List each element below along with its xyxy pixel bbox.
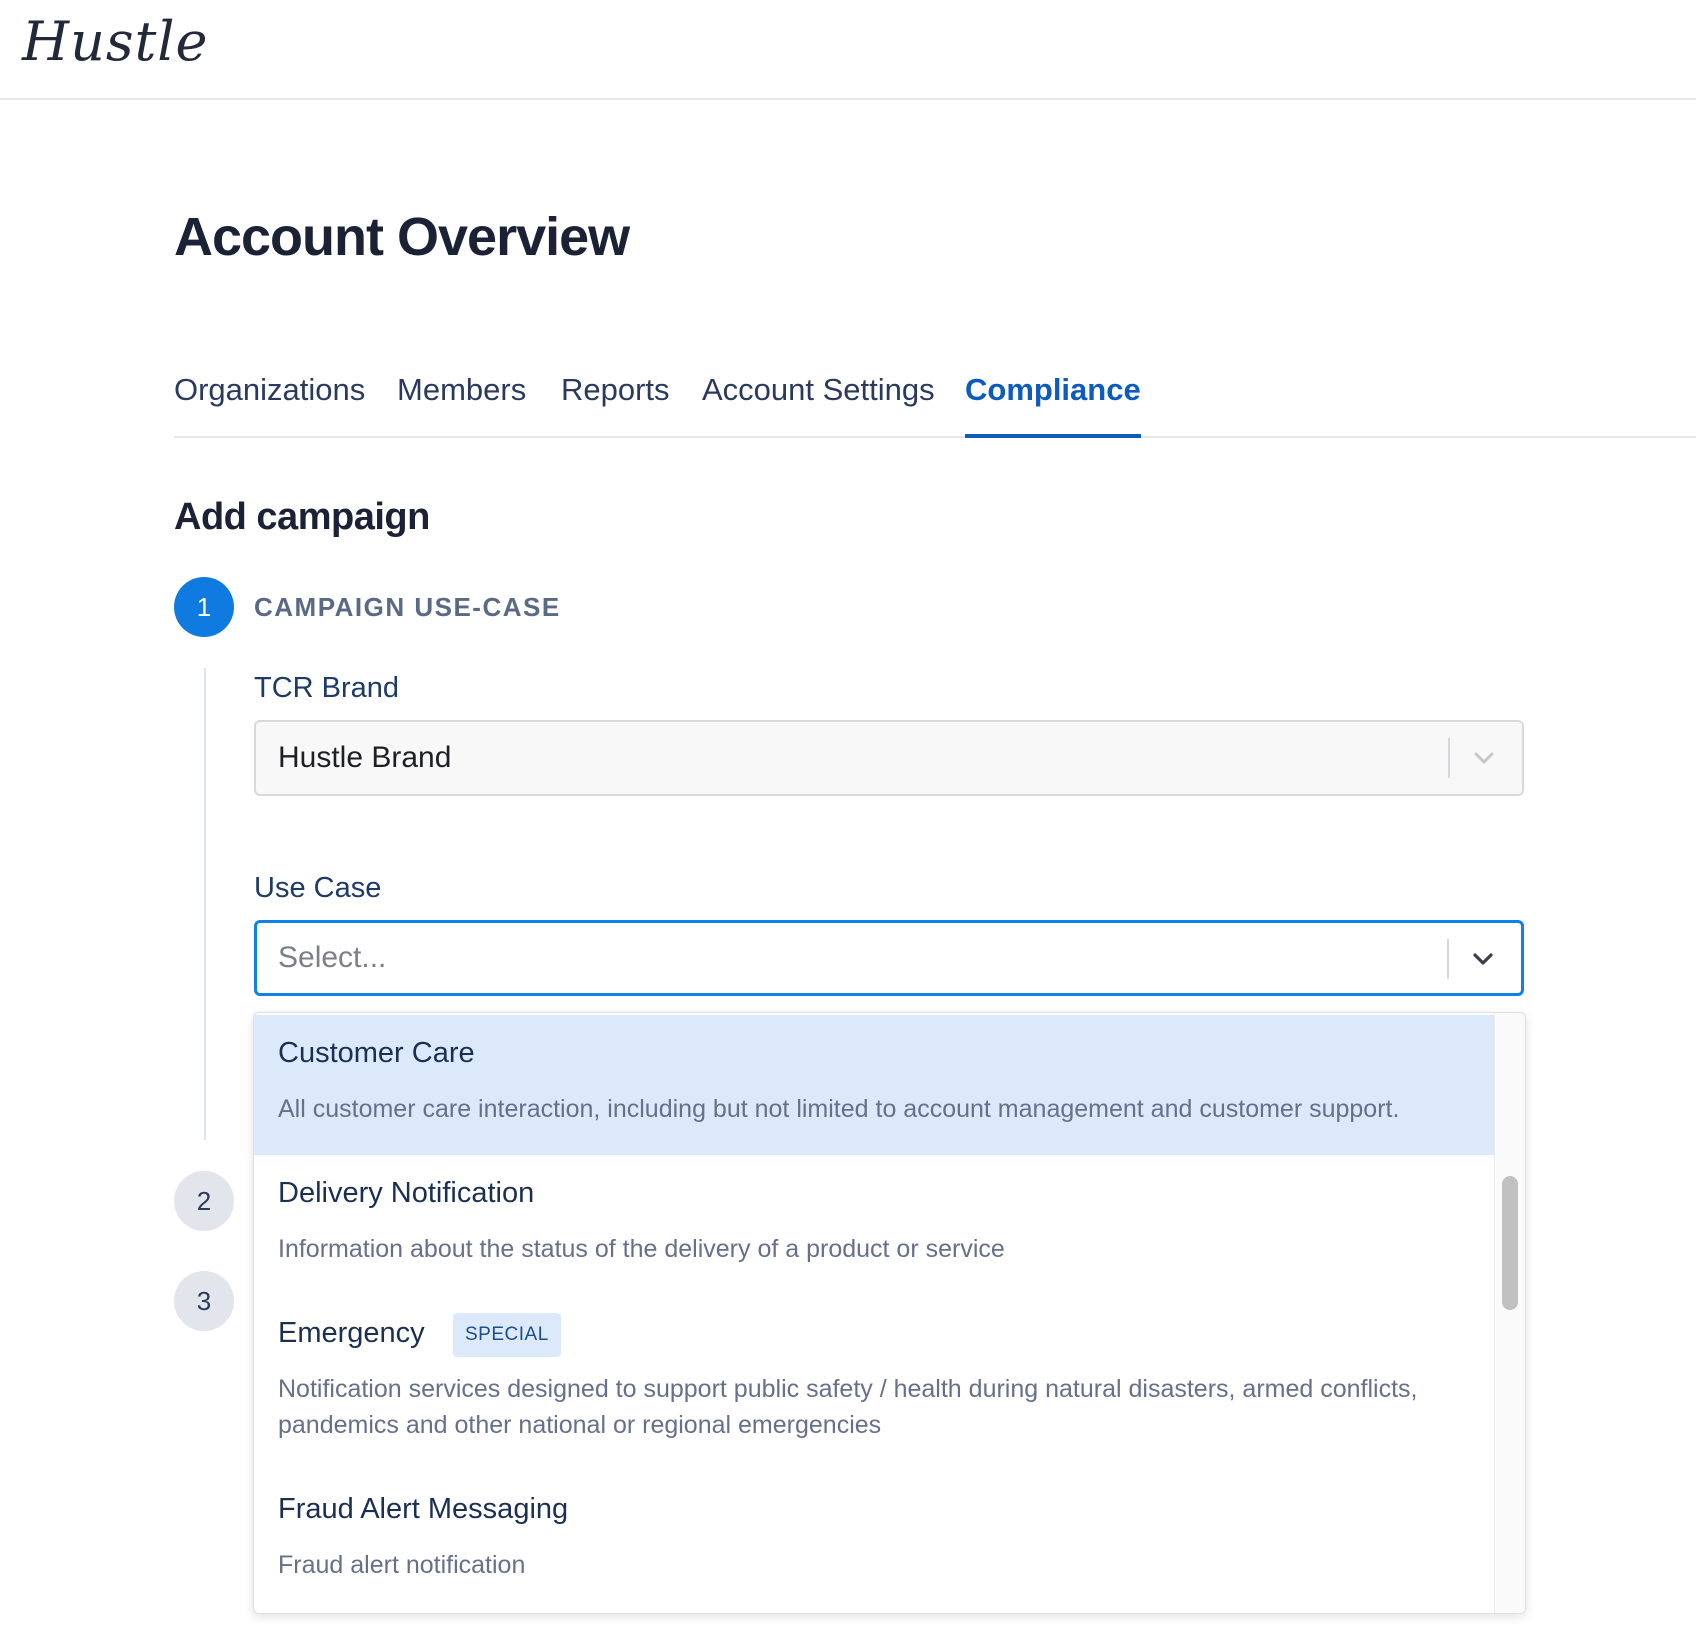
option-delivery-notification[interactable]: Delivery Notification Information about … bbox=[254, 1155, 1496, 1295]
step-2-number: 2 bbox=[196, 1185, 212, 1216]
step-1-label: CAMPAIGN USE-CASE bbox=[254, 592, 561, 622]
use-case-select[interactable]: Select... bbox=[254, 920, 1524, 996]
option-description: Notification services designed to suppor… bbox=[278, 1375, 1418, 1439]
select-separator bbox=[1447, 939, 1449, 979]
use-case-label: Use Case bbox=[254, 872, 382, 904]
option-description: All customer care interaction, including… bbox=[278, 1095, 1400, 1123]
section-title: Add campaign bbox=[174, 496, 430, 538]
option-title: Emergency bbox=[278, 1317, 425, 1349]
step-1-number: 1 bbox=[196, 591, 212, 622]
option-customer-care[interactable]: Customer Care All customer care interact… bbox=[254, 1015, 1496, 1155]
tcr-brand-select[interactable]: Hustle Brand bbox=[254, 720, 1524, 796]
use-case-dropdown-menu: Customer Care All customer care interact… bbox=[253, 1012, 1526, 1614]
step-3-number: 3 bbox=[196, 1285, 212, 1316]
option-title: Delivery Notification bbox=[278, 1177, 535, 1209]
special-badge: SPECIAL bbox=[453, 1313, 561, 1357]
step-1-indicator: 1 bbox=[174, 577, 234, 637]
use-case-placeholder: Select... bbox=[278, 941, 387, 974]
tcr-brand-label: TCR Brand bbox=[254, 672, 400, 704]
tcr-brand-value: Hustle Brand bbox=[278, 741, 452, 774]
select-separator bbox=[1448, 738, 1450, 778]
tab-compliance[interactable]: Compliance bbox=[965, 372, 1141, 438]
tab-reports[interactable]: Reports bbox=[561, 372, 670, 436]
top-bar: Hustle bbox=[0, 0, 1696, 100]
tab-members[interactable]: Members bbox=[397, 372, 526, 436]
option-description: Fraud alert notification bbox=[278, 1551, 526, 1579]
option-fraud-alert-messaging[interactable]: Fraud Alert Messaging Fraud alert notifi… bbox=[254, 1471, 1496, 1611]
step-3-indicator: 3 bbox=[174, 1271, 234, 1331]
tab-bar: Organizations Members Reports Account Se… bbox=[174, 372, 1696, 438]
option-title: Fraud Alert Messaging bbox=[278, 1493, 569, 1525]
hustle-logo[interactable]: Hustle bbox=[22, 10, 209, 73]
tab-account-settings[interactable]: Account Settings bbox=[702, 372, 935, 436]
option-emergency[interactable]: Emergency SPECIAL Notification services … bbox=[254, 1295, 1496, 1473]
option-description: Information about the status of the deli… bbox=[278, 1235, 1005, 1263]
tab-organizations[interactable]: Organizations bbox=[174, 372, 365, 436]
dropdown-scrollbar[interactable] bbox=[1494, 1013, 1525, 1613]
page-title: Account Overview bbox=[174, 207, 630, 267]
scrollbar-thumb[interactable] bbox=[1502, 1176, 1518, 1310]
chevron-down-icon[interactable] bbox=[1469, 945, 1497, 973]
option-title: Customer Care bbox=[278, 1037, 475, 1069]
step-2-indicator: 2 bbox=[174, 1171, 234, 1231]
chevron-down-icon[interactable] bbox=[1470, 744, 1498, 772]
step-connector-line bbox=[204, 668, 206, 1140]
